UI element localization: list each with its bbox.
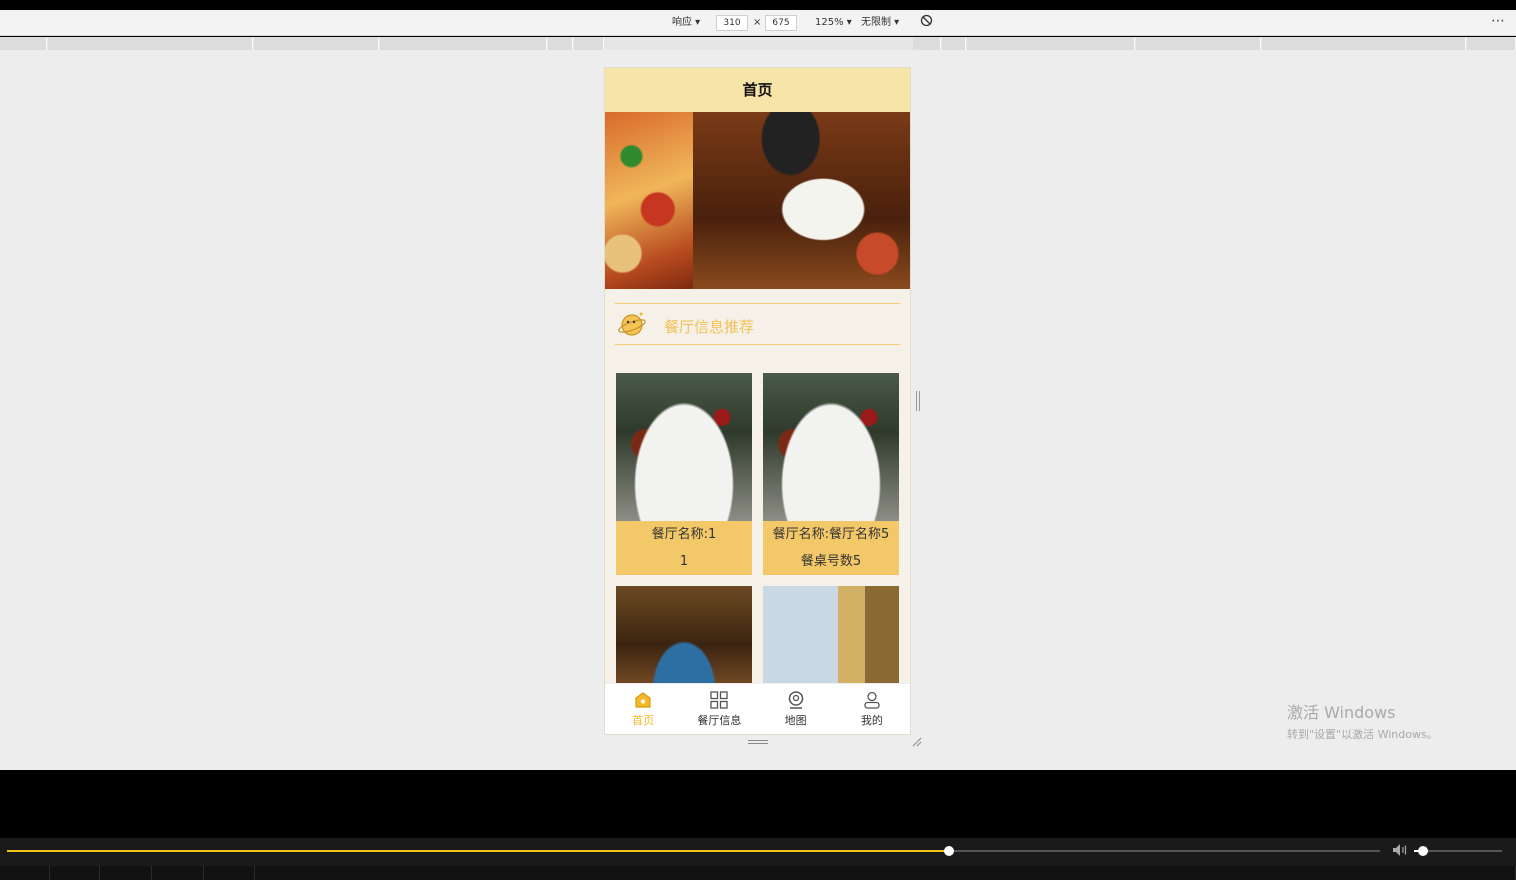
watermark-title: 激活 Windows <box>1287 703 1396 722</box>
player-footer <box>0 866 1516 880</box>
tab-profile[interactable]: 我的 <box>834 684 910 734</box>
dimension-separator: × <box>753 17 762 28</box>
restaurant-subtext: 餐桌号数5 <box>800 554 862 569</box>
tab-label: 首页 <box>632 714 655 727</box>
tab-restaurant-info[interactable]: 餐厅信息 <box>681 684 757 734</box>
media-player-bar <box>0 838 1516 880</box>
rotate-icon[interactable] <box>920 14 933 30</box>
restaurant-subtext: 1 <box>679 554 689 569</box>
scrollbar-handle[interactable] <box>916 391 920 411</box>
page-title: 首页 <box>605 68 910 112</box>
card-info: 餐厅名称:1 1 <box>616 521 752 575</box>
volume-slider[interactable] <box>1414 846 1502 856</box>
restaurant-card[interactable]: 餐厅名称:餐厅名称5 餐桌号数5 <box>763 373 899 575</box>
banner-image-dishes <box>693 112 910 289</box>
restaurant-image <box>616 373 752 521</box>
tab-label: 餐厅信息 <box>697 714 742 727</box>
progress-knob[interactable] <box>943 846 954 856</box>
resize-handle-bottom[interactable] <box>748 740 768 744</box>
user-icon <box>864 691 880 709</box>
section-header: 餐厅信息推荐 <box>615 303 900 345</box>
more-options-icon[interactable]: ⋯ <box>1491 13 1506 29</box>
planet-icon <box>618 312 646 336</box>
resize-corner-icon[interactable] <box>912 737 922 747</box>
tab-map[interactable]: 地图 <box>758 684 834 734</box>
zoom-select[interactable]: 125% ▾ <box>815 15 852 31</box>
phone-frame: 首页 餐厅信息推荐 餐厅名称:1 1 餐厅名称:餐厅名称5 餐桌号数5 首页 餐… <box>604 67 911 735</box>
grid-icon <box>710 691 729 709</box>
height-input[interactable]: 675 <box>765 15 797 31</box>
tab-home[interactable]: 首页 <box>605 684 681 734</box>
watermark-subtitle: 转到"设置"以激活 Windows。 <box>1287 728 1438 741</box>
bottom-tab-bar: 首页 餐厅信息 地图 我的 <box>605 683 910 734</box>
map-pin-icon <box>788 691 803 709</box>
progress-fill <box>7 850 949 852</box>
device-select[interactable]: 响应 ▾ <box>672 15 700 31</box>
media-query-ruler <box>0 37 1516 50</box>
restaurant-image <box>763 373 899 521</box>
screen: 响应 ▾ 310 × 675 125% ▾ 无限制 ▾ ⋯ 首页 餐厅信息推荐 … <box>0 0 1516 880</box>
width-input[interactable]: 310 <box>716 15 748 31</box>
devtools-toolbar: 响应 ▾ 310 × 675 125% ▾ 无限制 ▾ ⋯ <box>0 10 1516 36</box>
restaurant-name: 餐厅名称:餐厅名称5 <box>772 527 890 542</box>
tab-label: 我的 <box>860 714 883 727</box>
home-icon <box>635 692 651 708</box>
throttle-select[interactable]: 无限制 ▾ <box>861 15 899 31</box>
progress-bar[interactable] <box>7 846 1380 856</box>
windows-activation-watermark: 激活 Windows 转到"设置"以激活 Windows。 <box>1287 699 1438 742</box>
banner-carousel[interactable] <box>605 112 910 289</box>
tab-label: 地图 <box>784 714 807 727</box>
restaurant-card[interactable]: 餐厅名称:1 1 <box>616 373 752 575</box>
card-info: 餐厅名称:餐厅名称5 餐桌号数5 <box>763 521 899 575</box>
banner-image-pizza <box>605 112 693 289</box>
volume-knob[interactable] <box>1417 846 1428 856</box>
restaurant-name: 餐厅名称:1 <box>651 527 717 542</box>
section-title: 餐厅信息推荐 <box>664 318 755 336</box>
volume-icon[interactable] <box>1392 843 1408 857</box>
